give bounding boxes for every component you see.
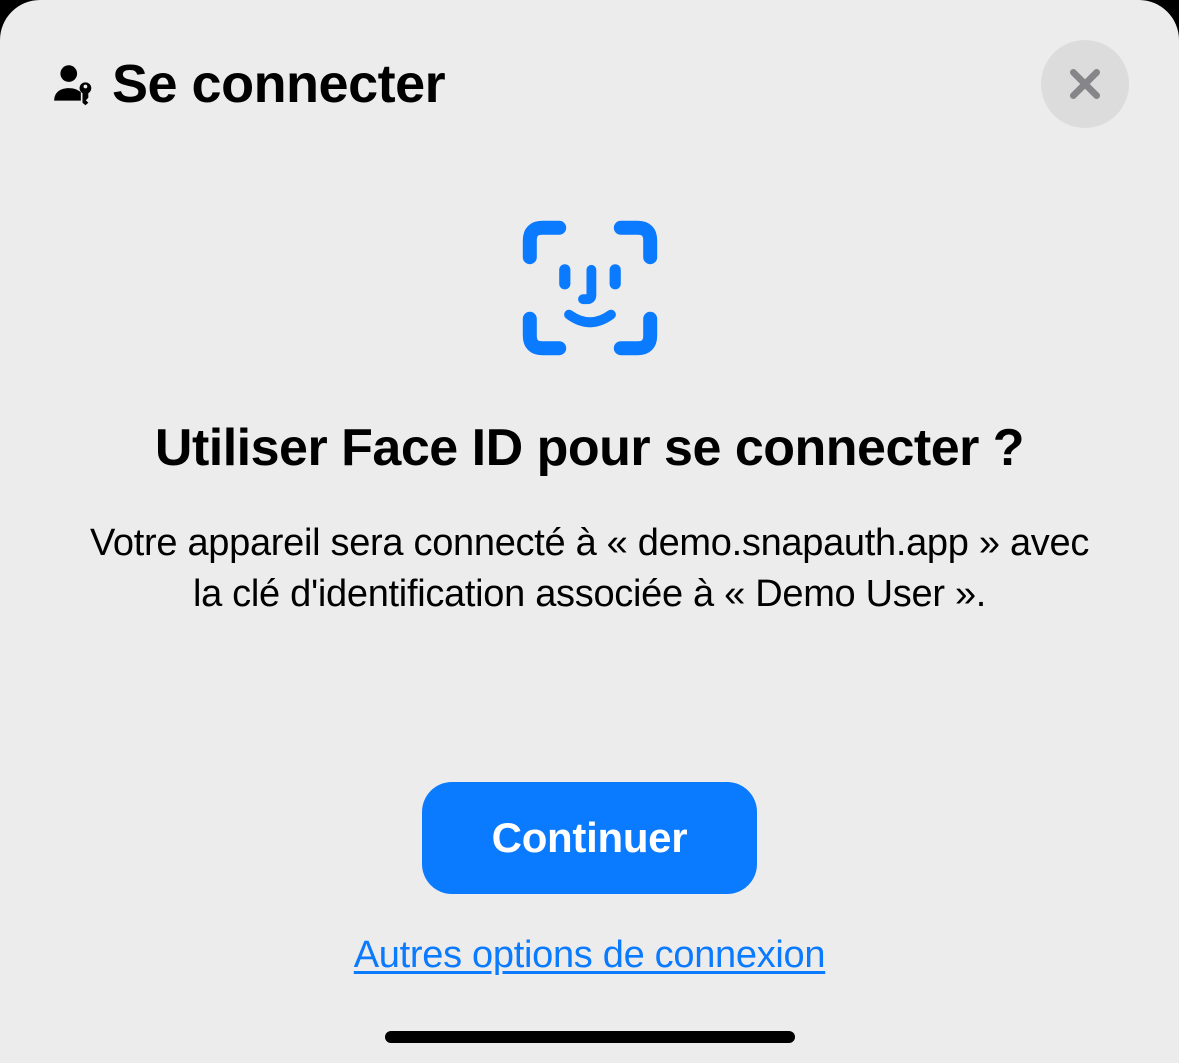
home-indicator [385,1031,795,1043]
actions-group: Continuer Autres options de connexion [354,782,825,1007]
passkey-icon [50,59,100,109]
close-button[interactable] [1041,40,1129,128]
faceid-icon [520,218,660,358]
header-title-group: Se connecter [50,53,445,115]
other-options-link[interactable]: Autres options de connexion [354,934,825,977]
prompt-title: Utiliser Face ID pour se connecter ? [155,418,1024,478]
signin-sheet: Se connecter Utiliser Face ID pour se co… [0,0,1179,1063]
sheet-content: Utiliser Face ID pour se connecter ? Vot… [50,218,1129,1063]
continue-button[interactable]: Continuer [422,782,758,894]
sheet-header: Se connecter [50,40,1129,128]
prompt-description: Votre appareil sera connecté à « demo.sn… [90,518,1090,621]
sheet-title: Se connecter [112,53,445,115]
close-icon [1065,64,1105,104]
